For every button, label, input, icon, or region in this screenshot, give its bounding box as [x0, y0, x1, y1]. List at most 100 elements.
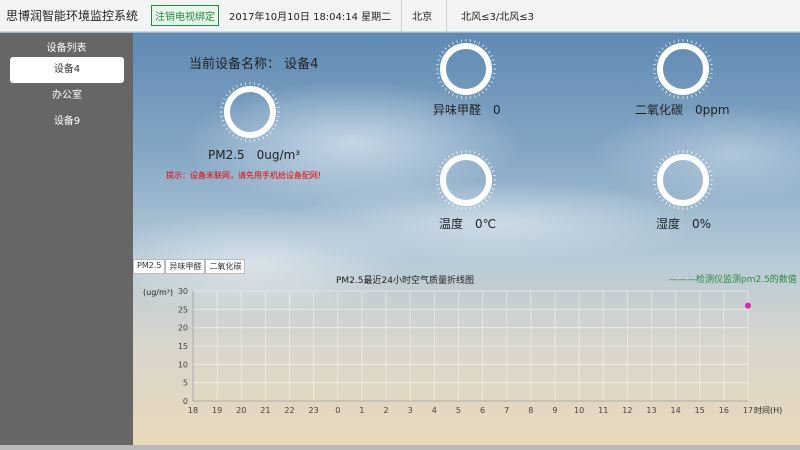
x-tick-label: 13: [646, 406, 656, 415]
gauge-tick: [709, 59, 712, 61]
sidebar-item-device4[interactable]: 设备4: [10, 57, 124, 83]
wind-info: 北风≤3/北风≤3: [461, 12, 535, 23]
gauge-tick: [669, 42, 671, 45]
gauge-tick: [456, 40, 458, 43]
y-tick-label: 15: [178, 342, 188, 351]
gauge-tick: [698, 202, 701, 205]
gauge-tick: [448, 155, 451, 158]
x-tick-label: 15: [695, 406, 705, 415]
x-tick-label: 9: [552, 406, 557, 415]
gauge-tick: [262, 136, 264, 139]
gauge-tick: [654, 188, 657, 190]
x-tick-label: 14: [671, 406, 681, 415]
gauge-tick: [709, 77, 712, 79]
gauge-tick: [705, 195, 708, 198]
gauge-tick: [441, 195, 444, 198]
gauge-tick: [691, 40, 693, 43]
x-tick-label: 17: [743, 406, 753, 415]
gauge-tick: [452, 42, 454, 45]
gauge-tick: [673, 206, 675, 209]
pm25-line-chart: 05101520253018 19 20 21 22 23 0 1 2 3 4 5 6 7 8 9 10 11 12…: [143, 287, 782, 415]
tab-formaldehyde[interactable]: 异味甲醛: [165, 259, 206, 274]
x-tick-label: 20: [236, 406, 246, 415]
gauge-tick: [276, 120, 279, 122]
gauge-ring: [224, 86, 276, 138]
gauge-tick: [452, 93, 454, 96]
gauge-tick: [661, 158, 664, 161]
gauge-tick: [661, 88, 664, 91]
gauge-tick: [437, 170, 440, 172]
gauge-tick: [695, 153, 697, 156]
x-tick-label: 22: [284, 406, 294, 415]
gauge-ring: [657, 43, 709, 95]
gauge-tick: [437, 77, 440, 79]
gauge-tick: [221, 102, 224, 104]
gauge-tick: [654, 59, 657, 61]
x-tick-label: 19: [212, 406, 222, 415]
gauge-tick: [709, 188, 712, 190]
y-tick-label: 10: [178, 360, 188, 369]
gauge-tick: [658, 162, 661, 165]
device-title: 当前设备名称： 设备4: [189, 57, 319, 72]
x-tick-label: 8: [528, 406, 533, 415]
gauge-tick: [265, 134, 268, 137]
gauge-tick: [705, 84, 708, 87]
gauge-tick: [272, 127, 275, 130]
gauge-tick: [444, 158, 447, 161]
y-tick-label: 0: [183, 397, 188, 406]
gauge-tick: [441, 162, 444, 165]
gauge-tick: [705, 162, 708, 165]
gauge-tick: [698, 155, 701, 158]
gauge-tick: [673, 95, 675, 98]
gauge-tick: [258, 138, 260, 141]
gauge-tick: [707, 192, 710, 194]
gauge-tick: [709, 170, 712, 172]
tab-pm25[interactable]: PM2.5: [133, 259, 166, 274]
gauge-tick: [444, 199, 447, 202]
bottom-bar: [0, 445, 800, 450]
gauge-tick: [669, 153, 671, 156]
tab-co2[interactable]: 二氧化碳: [205, 259, 246, 274]
gauge-tick: [223, 124, 226, 126]
gauge-tick: [452, 204, 454, 207]
gauge-tick: [490, 55, 493, 57]
gauge-tick: [456, 95, 458, 98]
sidebar-item-office[interactable]: 办公室: [10, 83, 124, 109]
gauge-tick: [658, 51, 661, 54]
gauge-tick: [478, 153, 480, 156]
gauge-tick: [478, 42, 480, 45]
pm25-gauge: [219, 81, 281, 143]
gauge-tick: [441, 84, 444, 87]
sidebar-item-device9[interactable]: 设备9: [10, 109, 124, 135]
x-tick-label: 6: [480, 406, 485, 415]
gauge-tick: [658, 84, 661, 87]
gauge-tick: [656, 166, 659, 168]
gauge-tick: [272, 94, 275, 97]
gauge-tick: [488, 51, 491, 54]
gauge-tick: [225, 127, 228, 130]
data-point: [745, 302, 751, 309]
pm25-reading: PM2.5 0ug/m³: [208, 148, 301, 162]
gauge-tick: [695, 93, 697, 96]
y-tick-label: 25: [178, 305, 188, 314]
gauge-tick: [669, 93, 671, 96]
gauge-tick: [707, 166, 710, 168]
gauge-tick: [236, 136, 238, 139]
x-tick-label: 10: [574, 406, 584, 415]
gauge-tick: [490, 192, 493, 194]
y-axis-label: (ug/m³): [143, 288, 173, 297]
gauge-tick: [437, 188, 440, 190]
gauge-ring: [440, 43, 492, 95]
x-tick-label: 7: [504, 406, 509, 415]
unbind-tv-button[interactable]: 注销电视绑定: [151, 5, 219, 26]
gauge-tick: [478, 204, 480, 207]
sidebar-title: 设备列表: [46, 43, 87, 54]
gauge-tick: [439, 81, 442, 83]
gauge-tick: [707, 81, 710, 83]
x-tick-label: 0: [335, 406, 340, 415]
gauge-tick: [490, 166, 493, 168]
x-tick-label: 16: [719, 406, 729, 415]
y-tick-label: 20: [178, 324, 188, 333]
chart-tabs: PM2.5 异味甲醛 二氧化碳: [133, 259, 246, 274]
x-tick-label: 3: [408, 406, 413, 415]
